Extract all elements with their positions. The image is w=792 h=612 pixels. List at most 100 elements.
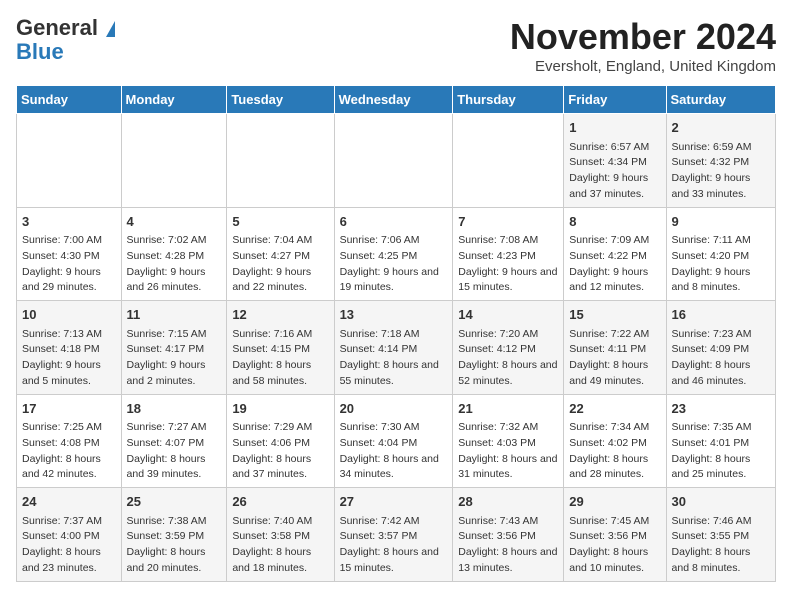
calendar-cell: 7Sunrise: 7:08 AMSunset: 4:23 PMDaylight… [453, 207, 564, 301]
sunrise-text: Sunrise: 6:59 AM [672, 140, 770, 156]
sunset-text: Sunset: 4:18 PM [22, 342, 116, 358]
day-number: 28 [458, 492, 558, 512]
sunset-text: Sunset: 4:27 PM [232, 249, 328, 265]
calendar-cell: 15Sunrise: 7:22 AMSunset: 4:11 PMDayligh… [564, 301, 666, 395]
calendar-cell: 6Sunrise: 7:06 AMSunset: 4:25 PMDaylight… [334, 207, 453, 301]
sunset-text: Sunset: 4:14 PM [340, 342, 448, 358]
day-number: 20 [340, 399, 448, 419]
logo-general: General [16, 15, 98, 40]
sunset-text: Sunset: 4:20 PM [672, 249, 770, 265]
day-number: 22 [569, 399, 660, 419]
calendar-cell: 2Sunrise: 6:59 AMSunset: 4:32 PMDaylight… [666, 114, 775, 208]
calendar-cell: 8Sunrise: 7:09 AMSunset: 4:22 PMDaylight… [564, 207, 666, 301]
day-number: 2 [672, 118, 770, 138]
sunset-text: Sunset: 4:07 PM [127, 436, 222, 452]
sunrise-text: Sunrise: 7:27 AM [127, 420, 222, 436]
day-number: 10 [22, 305, 116, 325]
day-number: 3 [22, 212, 116, 232]
calendar-cell: 12 Sunrise: 7:16 AMSunset: 4:15 PMDayligh… [227, 301, 334, 395]
daylight-text: Daylight: 9 hours and 37 minutes. [569, 171, 660, 203]
calendar-cell: 29Sunrise: 7:45 AMSunset: 3:56 PMDayligh… [564, 488, 666, 582]
day-number: 11 [127, 305, 222, 325]
header-friday: Friday [564, 86, 666, 114]
sunset-text: Sunset: 4:06 PM [232, 436, 328, 452]
day-number: 24 [22, 492, 116, 512]
calendar-cell: 25Sunrise: 7:38 AMSunset: 3:59 PMDayligh… [121, 488, 227, 582]
sunrise-text: Sunrise: 7:02 AM [127, 233, 222, 249]
day-number: 8 [569, 212, 660, 232]
calendar-header-row: SundayMondayTuesdayWednesdayThursdayFrid… [17, 86, 776, 114]
daylight-text: Daylight: 8 hours and 58 minutes. [232, 358, 328, 390]
daylight-text: Daylight: 8 hours and 20 minutes. [127, 545, 222, 577]
daylight-text: Daylight: 8 hours and 15 minutes. [340, 545, 448, 577]
sunrise-text: Sunrise: 7:04 AM [232, 233, 328, 249]
calendar-week-4: 24Sunrise: 7:37 AMSunset: 4:00 PMDayligh… [17, 488, 776, 582]
calendar-cell: 26Sunrise: 7:40 AMSunset: 3:58 PMDayligh… [227, 488, 334, 582]
calendar-cell [17, 114, 122, 208]
day-number: 1 [569, 118, 660, 138]
calendar-cell: 13Sunrise: 7:18 AMSunset: 4:14 PMDayligh… [334, 301, 453, 395]
sunset-text: Sunset: 3:57 PM [340, 529, 448, 545]
day-number: 15 [569, 305, 660, 325]
day-number: 12 [232, 305, 328, 325]
sunrise-text: Sunrise: 7:22 AM [569, 327, 660, 343]
day-number: 25 [127, 492, 222, 512]
sunset-text: Sunset: 4:22 PM [569, 249, 660, 265]
calendar-cell: 27Sunrise: 7:42 AMSunset: 3:57 PMDayligh… [334, 488, 453, 582]
daylight-text: Daylight: 8 hours and 28 minutes. [569, 452, 660, 484]
daylight-text: Daylight: 8 hours and 49 minutes. [569, 358, 660, 390]
calendar-cell: 9Sunrise: 7:11 AMSunset: 4:20 PMDaylight… [666, 207, 775, 301]
calendar-cell: 22Sunrise: 7:34 AMSunset: 4:02 PMDayligh… [564, 394, 666, 488]
daylight-text: Daylight: 9 hours and 15 minutes. [458, 265, 558, 297]
daylight-text: Daylight: 8 hours and 10 minutes. [569, 545, 660, 577]
logo-blue: Blue [16, 40, 64, 64]
day-number: 14 [458, 305, 558, 325]
day-number: 13 [340, 305, 448, 325]
calendar-cell: 1Sunrise: 6:57 AMSunset: 4:34 PMDaylight… [564, 114, 666, 208]
day-number: 18 [127, 399, 222, 419]
day-number: 29 [569, 492, 660, 512]
calendar-week-2: 10 Sunrise: 7:13 AMSunset: 4:18 PM Dayligh… [17, 301, 776, 395]
logo-icon [106, 21, 115, 37]
sunrise-text: Sunrise: 7:15 AM [127, 327, 222, 343]
sunset-text: Sunset: 4:28 PM [127, 249, 222, 265]
calendar-cell [334, 114, 453, 208]
sunrise-text: Sunrise: 7:34 AM [569, 420, 660, 436]
header-sunday: Sunday [17, 86, 122, 114]
sunrise-text: Sunrise: 7:30 AM [340, 420, 448, 436]
sunset-text: Sunset: 4:25 PM [340, 249, 448, 265]
day-number: 21 [458, 399, 558, 419]
day-number: 7 [458, 212, 558, 232]
sunrise-text: Sunrise: 7:20 AM [458, 327, 558, 343]
daylight-text: Daylight: 8 hours and 42 minutes. [22, 452, 116, 484]
sunrise-text: Sunrise: 7:45 AM [569, 514, 660, 530]
sunset-text: Sunset: 4:09 PM [672, 342, 770, 358]
calendar-week-1: 3Sunrise: 7:00 AMSunset: 4:30 PMDaylight… [17, 207, 776, 301]
sunrise-text: Sunrise: 7:16 AM [232, 327, 328, 343]
daylight-text: Daylight: 9 hours and 26 minutes. [127, 265, 222, 297]
daylight-text: Daylight: 8 hours and 18 minutes. [232, 545, 328, 577]
header-thursday: Thursday [453, 86, 564, 114]
daylight-text: Daylight: 9 hours and 2 minutes. [127, 358, 222, 390]
calendar-cell: 21Sunrise: 7:32 AMSunset: 4:03 PMDayligh… [453, 394, 564, 488]
day-number: 26 [232, 492, 328, 512]
calendar-cell: 30Sunrise: 7:46 AMSunset: 3:55 PMDayligh… [666, 488, 775, 582]
calendar-cell: 3Sunrise: 7:00 AMSunset: 4:30 PMDaylight… [17, 207, 122, 301]
sunrise-text: Sunrise: 7:38 AM [127, 514, 222, 530]
logo: General Blue [16, 16, 115, 64]
daylight-text: Daylight: 9 hours and 8 minutes. [672, 265, 770, 297]
sunset-text: Sunset: 4:08 PM [22, 436, 116, 452]
title-area: November 2024 Eversholt, England, United… [510, 16, 776, 75]
calendar-cell: 19Sunrise: 7:29 AMSunset: 4:06 PMDayligh… [227, 394, 334, 488]
day-number: 6 [340, 212, 448, 232]
sunrise-text: Sunrise: 7:43 AM [458, 514, 558, 530]
calendar-cell: 14Sunrise: 7:20 AMSunset: 4:12 PMDayligh… [453, 301, 564, 395]
sunrise-text: Sunrise: 7:29 AM [232, 420, 328, 436]
sunrise-text: Sunrise: 7:13 AM [22, 327, 116, 343]
day-number: 5 [232, 212, 328, 232]
month-title: November 2024 [510, 16, 776, 58]
sunset-text: Sunset: 4:01 PM [672, 436, 770, 452]
sunset-text: Sunset: 4:15 PM [232, 342, 328, 358]
day-number: 23 [672, 399, 770, 419]
header-tuesday: Tuesday [227, 86, 334, 114]
